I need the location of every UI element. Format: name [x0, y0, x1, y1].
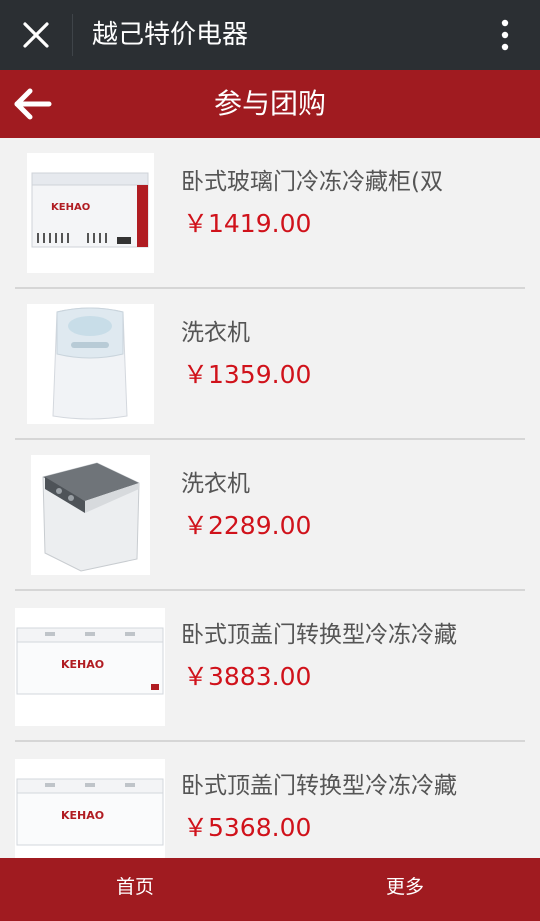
product-name: 卧式顶盖门转换型冷冻冷藏	[181, 622, 457, 648]
product-name: 卧式玻璃门冷冻冷藏柜(双	[181, 169, 443, 195]
product-price: ￥1359.00	[183, 360, 312, 389]
more-vertical-icon[interactable]	[500, 17, 510, 53]
back-arrow-icon[interactable]	[12, 86, 52, 122]
product-price: ￥3883.00	[183, 662, 312, 691]
brand-logo-text: KEHAO	[61, 809, 104, 822]
product-list: KEHAO 卧式玻璃门冷冻冷藏柜(双 ￥1419.00 洗衣机 ￥1359.00…	[0, 138, 540, 858]
product-price: ￥1419.00	[183, 209, 312, 238]
list-item[interactable]: KEHAO 卧式顶盖门转换型冷冻冷藏 ￥3883.00	[0, 591, 540, 742]
close-icon[interactable]	[18, 17, 54, 53]
product-name: 洗衣机	[181, 320, 250, 346]
page-header: 参与团购	[0, 70, 540, 138]
chest-freezer-glass-door-image: KEHAO	[27, 153, 154, 273]
washing-machine-white-image	[27, 304, 154, 424]
product-image	[27, 304, 154, 424]
nav-more-button[interactable]: 更多	[270, 858, 540, 921]
wechat-top-bar: 越己特价电器	[0, 0, 540, 70]
brand-logo-text: KEHAO	[61, 658, 104, 671]
product-image	[31, 455, 150, 575]
list-item[interactable]: KEHAO 卧式顶盖门转换型冷冻冷藏 ￥5368.00	[0, 742, 540, 858]
washing-machine-top-load-image	[31, 455, 150, 575]
bottom-nav: 首页 更多	[0, 858, 540, 921]
product-price: ￥5368.00	[183, 813, 312, 842]
app-title: 越己特价电器	[92, 20, 249, 50]
product-name: 洗衣机	[181, 471, 250, 497]
chest-freezer-top-door-image: KEHAO	[15, 759, 165, 858]
page-title: 参与团购	[213, 87, 326, 120]
brand-logo-text: KEHAO	[51, 202, 90, 213]
product-image: KEHAO	[15, 608, 165, 726]
product-image: KEHAO	[27, 153, 154, 273]
chest-freezer-top-door-image: KEHAO	[15, 608, 165, 726]
product-price: ￥2289.00	[183, 511, 312, 540]
topbar-divider	[72, 14, 73, 56]
list-item[interactable]: 洗衣机 ￥1359.00	[0, 289, 540, 440]
product-image: KEHAO	[15, 759, 165, 858]
product-name: 卧式顶盖门转换型冷冻冷藏	[181, 773, 457, 799]
list-item[interactable]: 洗衣机 ￥2289.00	[0, 440, 540, 591]
list-item[interactable]: KEHAO 卧式玻璃门冷冻冷藏柜(双 ￥1419.00	[0, 138, 540, 289]
nav-home-button[interactable]: 首页	[0, 858, 270, 921]
